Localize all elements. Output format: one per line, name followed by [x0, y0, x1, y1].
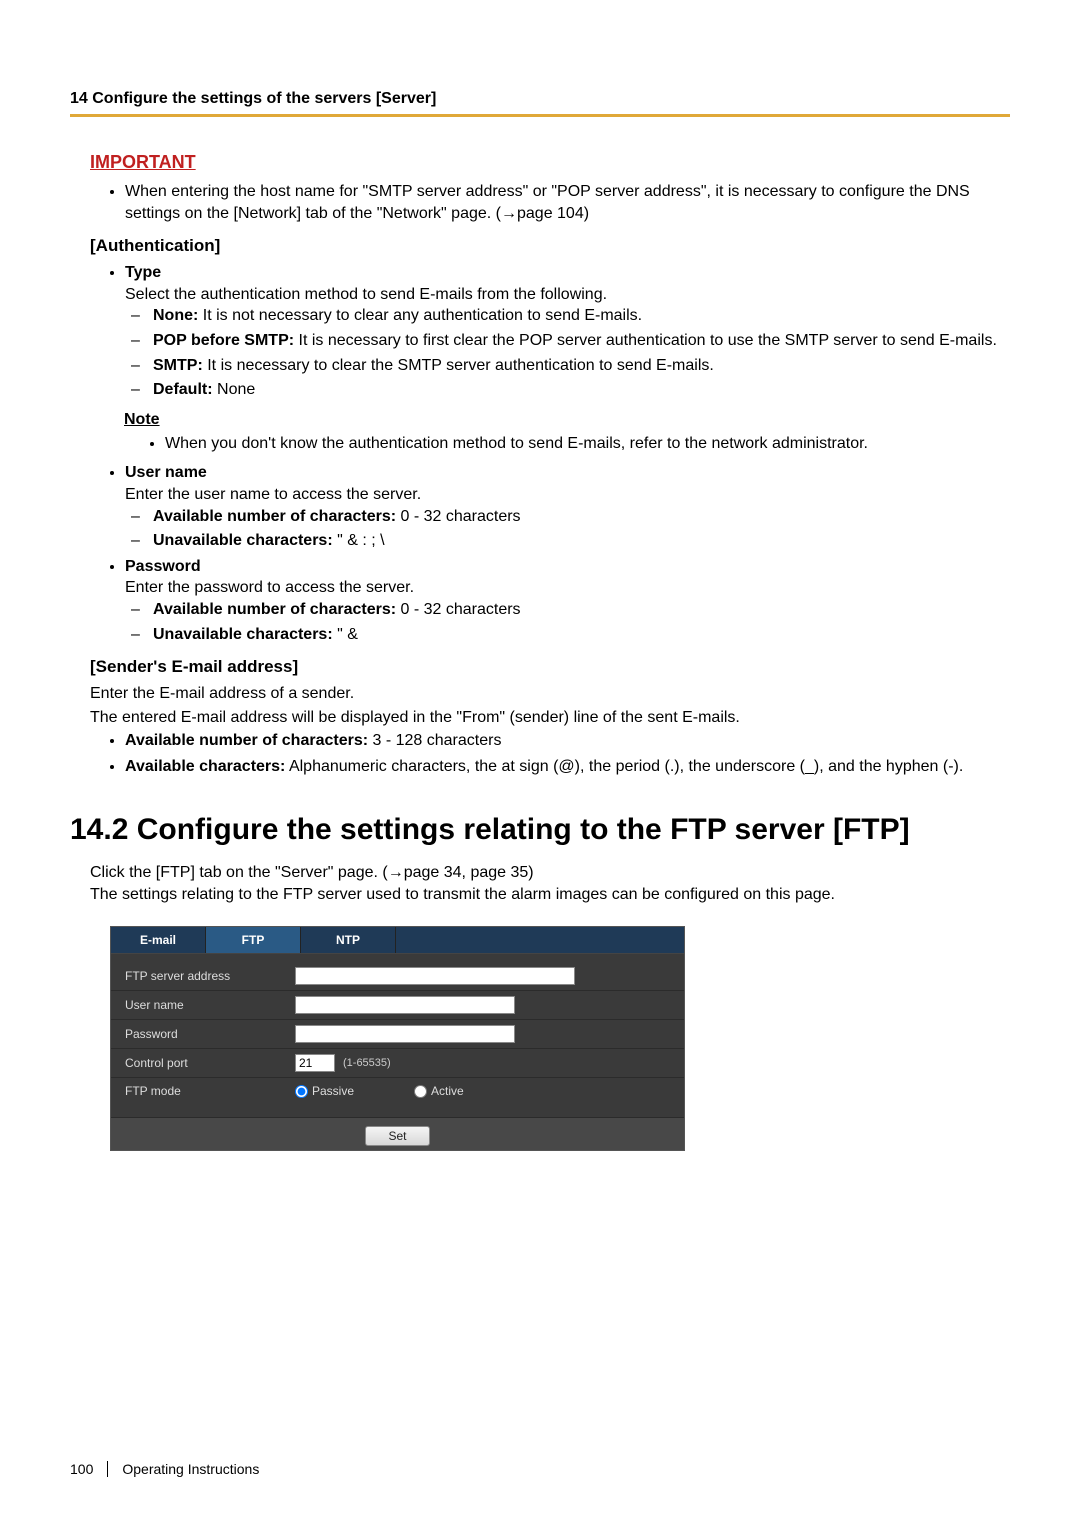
sender-chars-text: 3 - 128 characters — [368, 732, 501, 749]
auth-user-unavail-label: Unavailable characters: — [153, 532, 333, 549]
input-ftp-address[interactable] — [295, 967, 575, 985]
note-heading: Note — [124, 411, 1010, 429]
note-item: When you don't know the authentication m… — [165, 433, 1010, 455]
auth-pass-chars-text: 0 - 32 characters — [396, 601, 521, 618]
auth-smtp-label: SMTP: — [153, 357, 203, 374]
auth-none-text: It is not necessary to clear any authent… — [198, 307, 642, 324]
intro-block: Click the [FTP] tab on the "Server" page… — [90, 862, 1010, 905]
sender-line1: Enter the E-mail address of a sender. — [90, 683, 1010, 705]
auth-pass-unavail-label: Unavailable characters: — [153, 626, 333, 643]
auth-type-item: Type Select the authentication method to… — [125, 262, 1010, 401]
ftp-settings-panel: E-mail FTP NTP FTP server address User n… — [110, 926, 685, 1151]
label-password: Password — [125, 1027, 295, 1041]
label-control-port: Control port — [125, 1056, 295, 1070]
auth-pass-unavail-text: " & — [333, 626, 358, 643]
auth-pass-label: Password — [125, 558, 201, 575]
auth-user-chars-text: 0 - 32 characters — [396, 508, 521, 525]
radio-passive-text: Passive — [312, 1084, 354, 1098]
port-hint: (1-65535) — [343, 1057, 391, 1069]
auth-pass-chars: Available number of characters: 0 - 32 c… — [153, 599, 1010, 621]
auth-pop: POP before SMTP: It is necessary to firs… — [153, 330, 1010, 352]
panel-tabs: E-mail FTP NTP — [111, 927, 684, 954]
page-number: 100 — [70, 1461, 108, 1477]
auth-pass-chars-label: Available number of characters: — [153, 601, 396, 618]
auth-default-label: Default: — [153, 381, 213, 398]
auth-pop-label: POP before SMTP: — [153, 332, 294, 349]
auth-smtp-text: It is necessary to clear the SMTP server… — [203, 357, 714, 374]
auth-user-label: User name — [125, 464, 207, 481]
auth-type-desc: Select the authentication method to send… — [125, 286, 607, 303]
radio-active-text: Active — [431, 1084, 464, 1098]
auth-default-text: None — [213, 381, 256, 398]
tab-email[interactable]: E-mail — [111, 927, 206, 953]
tab-ftp[interactable]: FTP — [206, 927, 301, 953]
input-username[interactable] — [295, 996, 515, 1014]
intro-line1: Click the [FTP] tab on the "Server" page… — [90, 864, 534, 881]
tab-blank — [396, 927, 684, 953]
auth-default: Default: None — [153, 379, 1010, 401]
auth-heading: [Authentication] — [90, 236, 1010, 256]
auth-pass-unavail: Unavailable characters: " & — [153, 624, 1010, 646]
auth-none: None: It is not necessary to clear any a… — [153, 305, 1010, 327]
auth-user-chars: Available number of characters: 0 - 32 c… — [153, 506, 1010, 528]
label-username: User name — [125, 998, 295, 1012]
footer-doc-title: Operating Instructions — [122, 1461, 259, 1477]
sender-avail-text: Alphanumeric characters, the at sign (@)… — [285, 758, 963, 775]
important-heading: IMPORTANT — [90, 152, 1010, 173]
auth-none-label: None: — [153, 307, 198, 324]
radio-active-label[interactable]: Active — [414, 1084, 464, 1098]
section-14-2-title: 14.2 Configure the settings relating to … — [70, 812, 1010, 848]
radio-active[interactable] — [414, 1085, 427, 1098]
auth-pop-text: It is necessary to first clear the POP s… — [294, 332, 997, 349]
header-rule — [70, 114, 1010, 117]
page-header: 14 Configure the settings of the servers… — [70, 90, 1010, 108]
intro-line2: The settings relating to the FTP server … — [90, 886, 835, 903]
auth-user-chars-label: Available number of characters: — [153, 508, 396, 525]
auth-user-desc: Enter the user name to access the server… — [125, 486, 421, 503]
sender-heading: [Sender's E-mail address] — [90, 657, 1010, 677]
label-ftp-address: FTP server address — [125, 969, 295, 983]
set-button[interactable]: Set — [365, 1126, 429, 1146]
sender-chars-label: Available number of characters: — [125, 732, 368, 749]
tab-ntp[interactable]: NTP — [301, 927, 396, 953]
auth-type-label: Type — [125, 264, 161, 281]
input-control-port[interactable] — [295, 1054, 335, 1072]
radio-passive[interactable] — [295, 1085, 308, 1098]
label-ftp-mode: FTP mode — [125, 1084, 295, 1098]
auth-pass-desc: Enter the password to access the server. — [125, 579, 414, 596]
auth-pass-item: Password Enter the password to access th… — [125, 556, 1010, 645]
auth-user-unavail: Unavailable characters: " & : ; \ — [153, 530, 1010, 552]
sender-chars: Available number of characters: 3 - 128 … — [125, 730, 1010, 752]
page-footer: 100 Operating Instructions — [70, 1461, 259, 1477]
sender-avail: Available characters: Alphanumeric chara… — [125, 756, 1010, 778]
radio-passive-label[interactable]: Passive — [295, 1084, 354, 1098]
sender-line2: The entered E-mail address will be displ… — [90, 707, 1010, 729]
auth-user-unavail-text: " & : ; \ — [333, 532, 385, 549]
sender-avail-label: Available characters: — [125, 758, 285, 775]
auth-user-item: User name Enter the user name to access … — [125, 462, 1010, 551]
input-password[interactable] — [295, 1025, 515, 1043]
auth-smtp: SMTP: It is necessary to clear the SMTP … — [153, 355, 1010, 377]
important-item: When entering the host name for "SMTP se… — [125, 181, 1010, 224]
